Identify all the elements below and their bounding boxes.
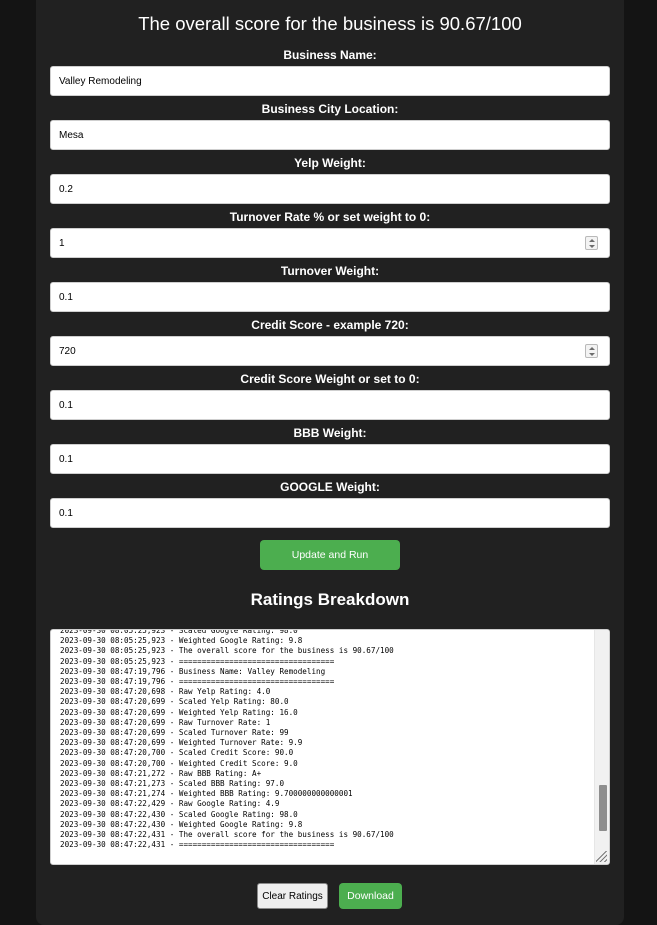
- log-line: 2023-09-30 08:05:25,923 - Scaled Google …: [60, 629, 298, 635]
- log-line: 2023-09-30 08:47:20,699 - Raw Turnover R…: [60, 717, 271, 727]
- business-name-input[interactable]: [50, 66, 610, 96]
- log-line: 2023-09-30 08:47:22,431 - The overall sc…: [60, 830, 394, 840]
- yelp-weight-label: Yelp Weight:: [294, 156, 366, 170]
- credit-weight-label: Credit Score Weight or set to 0:: [240, 372, 420, 386]
- page-title: The overall score for the business is 90…: [138, 13, 522, 34]
- google-weight-label: GOOGLE Weight:: [280, 480, 380, 494]
- log-line: 2023-09-30 08:47:20,699 - Weighted Yelp …: [60, 707, 298, 717]
- log-line: 2023-09-30 08:47:21,273 - Scaled BBB Rat…: [60, 779, 285, 789]
- ratings-log-textarea[interactable]: 2023-09-30 08:05:25,923 - Scaled Google …: [50, 629, 610, 865]
- turnover-rate-input[interactable]: [50, 228, 610, 258]
- main-panel: The overall score for the business is 90…: [36, 0, 624, 925]
- bbb-weight-label: BBB Weight:: [293, 426, 367, 440]
- credit-score-spinner[interactable]: [585, 344, 598, 358]
- update-and-run-button[interactable]: Update and Run: [260, 540, 400, 570]
- spinner-up-icon: [589, 347, 595, 350]
- log-line: 2023-09-30 08:47:20,698 - Raw Yelp Ratin…: [60, 687, 271, 697]
- credit-weight-input[interactable]: [50, 390, 610, 420]
- ratings-breakdown-title: Ratings Breakdown: [250, 590, 410, 609]
- log-line: 2023-09-30 08:05:25,923 - The overall sc…: [60, 646, 394, 656]
- yelp-weight-input[interactable]: [50, 174, 610, 204]
- credit-score-input[interactable]: [50, 336, 610, 366]
- log-line: 2023-09-30 08:05:25,923 - Weighted Googl…: [60, 636, 303, 646]
- log-line: 2023-09-30 08:47:21,272 - Raw BBB Rating…: [60, 768, 262, 778]
- resize-grip-icon[interactable]: [596, 851, 607, 862]
- log-line: 2023-09-30 08:47:22,429 - Raw Google Rat…: [60, 799, 280, 809]
- log-scrollbar[interactable]: [594, 630, 609, 864]
- log-line: 2023-09-30 08:47:20,699 - Weighted Turno…: [60, 738, 303, 748]
- log-line: 2023-09-30 08:47:22,430 - Scaled Google …: [60, 809, 298, 819]
- log-line: 2023-09-30 08:05:25,923 - ==============…: [60, 656, 335, 666]
- log-line: 2023-09-30 08:47:20,699 - Scaled Yelp Ra…: [60, 697, 289, 707]
- log-line: 2023-09-30 08:47:19,796 - ==============…: [60, 677, 335, 687]
- turnover-weight-input[interactable]: [50, 282, 610, 312]
- log-line: 2023-09-30 08:47:19,796 - Business Name:…: [60, 666, 326, 676]
- log-line: 2023-09-30 08:47:22,431 - ==============…: [60, 840, 335, 850]
- log-line: 2023-09-30 08:47:20,700 - Scaled Credit …: [60, 748, 294, 758]
- log-line: 2023-09-30 08:47:20,700 - Weighted Credi…: [60, 758, 298, 768]
- spinner-down-icon: [589, 245, 595, 248]
- log-scrollbar-thumb[interactable]: [599, 785, 607, 831]
- turnover-weight-label: Turnover Weight:: [280, 264, 380, 278]
- business-name-label: Business Name:: [283, 48, 377, 62]
- bbb-weight-input[interactable]: [50, 444, 610, 474]
- spinner-down-icon: [589, 353, 595, 356]
- spinner-up-icon: [589, 239, 595, 242]
- download-button[interactable]: Download: [339, 883, 402, 909]
- log-line: 2023-09-30 08:47:20,699 - Scaled Turnove…: [60, 728, 289, 738]
- ratings-log-content: 2023-09-30 08:05:25,923 - Scaled Google …: [60, 629, 580, 850]
- credit-score-label: Credit Score - example 720:: [251, 318, 409, 332]
- turnover-rate-label: Turnover Rate % or set weight to 0:: [229, 210, 431, 224]
- google-weight-input[interactable]: [50, 498, 610, 528]
- clear-ratings-button[interactable]: Clear Ratings: [257, 883, 328, 909]
- city-label: Business City Location:: [261, 102, 399, 116]
- log-line: 2023-09-30 08:47:22,430 - Weighted Googl…: [60, 819, 303, 829]
- log-line: 2023-09-30 08:47:21,274 - Weighted BBB R…: [60, 789, 353, 799]
- turnover-rate-spinner[interactable]: [585, 236, 598, 250]
- city-input[interactable]: [50, 120, 610, 150]
